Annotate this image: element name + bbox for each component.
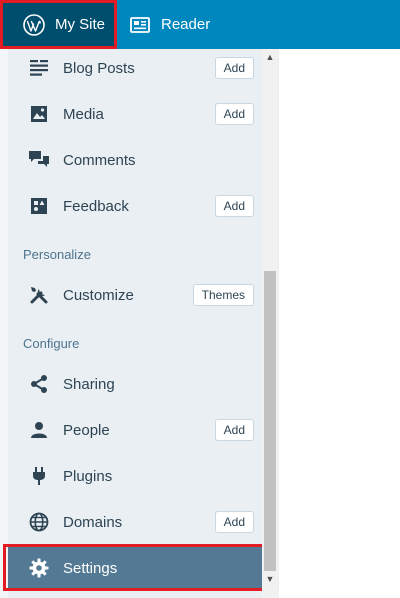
sidebar-item-label: Customize <box>63 286 134 304</box>
my-site-label: My Site <box>55 16 106 33</box>
add-feedback-button[interactable]: Add <box>214 195 254 217</box>
sidebar-item-comments[interactable]: Comments <box>8 137 262 183</box>
sidebar-scrollbar[interactable]: ▲ ▼ <box>262 49 278 598</box>
section-heading-personalize: Personalize <box>23 247 91 262</box>
sidebar-item-plugins[interactable]: Plugins <box>8 453 262 499</box>
globe-icon <box>28 511 50 533</box>
sidebar-item-people[interactable]: People Add <box>8 407 262 453</box>
sidebar-item-customize[interactable]: Customize Themes <box>8 272 262 318</box>
plug-icon <box>28 465 50 487</box>
tools-icon <box>28 284 50 306</box>
scrollbar-thumb[interactable] <box>264 271 276 571</box>
section-heading-configure: Configure <box>23 336 80 351</box>
sidebar-item-media[interactable]: Media Add <box>8 91 262 137</box>
reader-tab[interactable]: Reader <box>117 0 249 49</box>
add-media-button[interactable]: Add <box>214 103 254 125</box>
my-site-tab[interactable]: My Site <box>0 0 117 49</box>
sidebar-item-label: Blog Posts <box>63 59 135 77</box>
content-divider <box>278 49 279 598</box>
add-domain-button[interactable]: Add <box>214 511 254 533</box>
add-post-button[interactable]: Add <box>214 57 254 79</box>
sidebar-item-label: Domains <box>63 513 123 531</box>
sidebar-item-label: Media <box>63 105 104 123</box>
feedback-icon <box>28 195 50 217</box>
sidebar-edge <box>0 49 8 598</box>
reader-icon <box>129 14 151 36</box>
posts-icon <box>28 57 50 79</box>
scroll-up-arrow-icon[interactable]: ▲ <box>262 49 278 65</box>
image-icon <box>28 103 50 125</box>
person-icon <box>28 419 50 441</box>
reader-label: Reader <box>161 16 211 33</box>
sidebar-item-sharing[interactable]: Sharing <box>8 361 262 407</box>
sidebar-item-label: People <box>63 421 110 439</box>
settings-highlight-box <box>3 544 265 591</box>
share-icon <box>28 373 50 395</box>
sidebar-item-label: Feedback <box>63 197 129 215</box>
comments-icon <box>28 149 50 171</box>
scroll-down-arrow-icon[interactable]: ▼ <box>262 571 278 587</box>
masterbar: My Site Reader <box>0 0 400 49</box>
sidebar-item-label: Plugins <box>63 467 113 485</box>
sidebar-item-feedback[interactable]: Feedback Add <box>8 183 262 229</box>
sidebar-item-domains[interactable]: Domains Add <box>8 499 262 545</box>
sidebar-item-blog-posts[interactable]: Blog Posts Add <box>8 45 262 91</box>
add-people-button[interactable]: Add <box>214 419 254 441</box>
sidebar-item-label: Sharing <box>63 375 115 393</box>
sidebar-item-label: Comments <box>63 151 136 169</box>
wordpress-logo-icon <box>23 13 45 36</box>
sidebar: Blog Posts Add Media Add Comments Feedba… <box>8 49 262 598</box>
themes-button[interactable]: Themes <box>192 284 254 306</box>
